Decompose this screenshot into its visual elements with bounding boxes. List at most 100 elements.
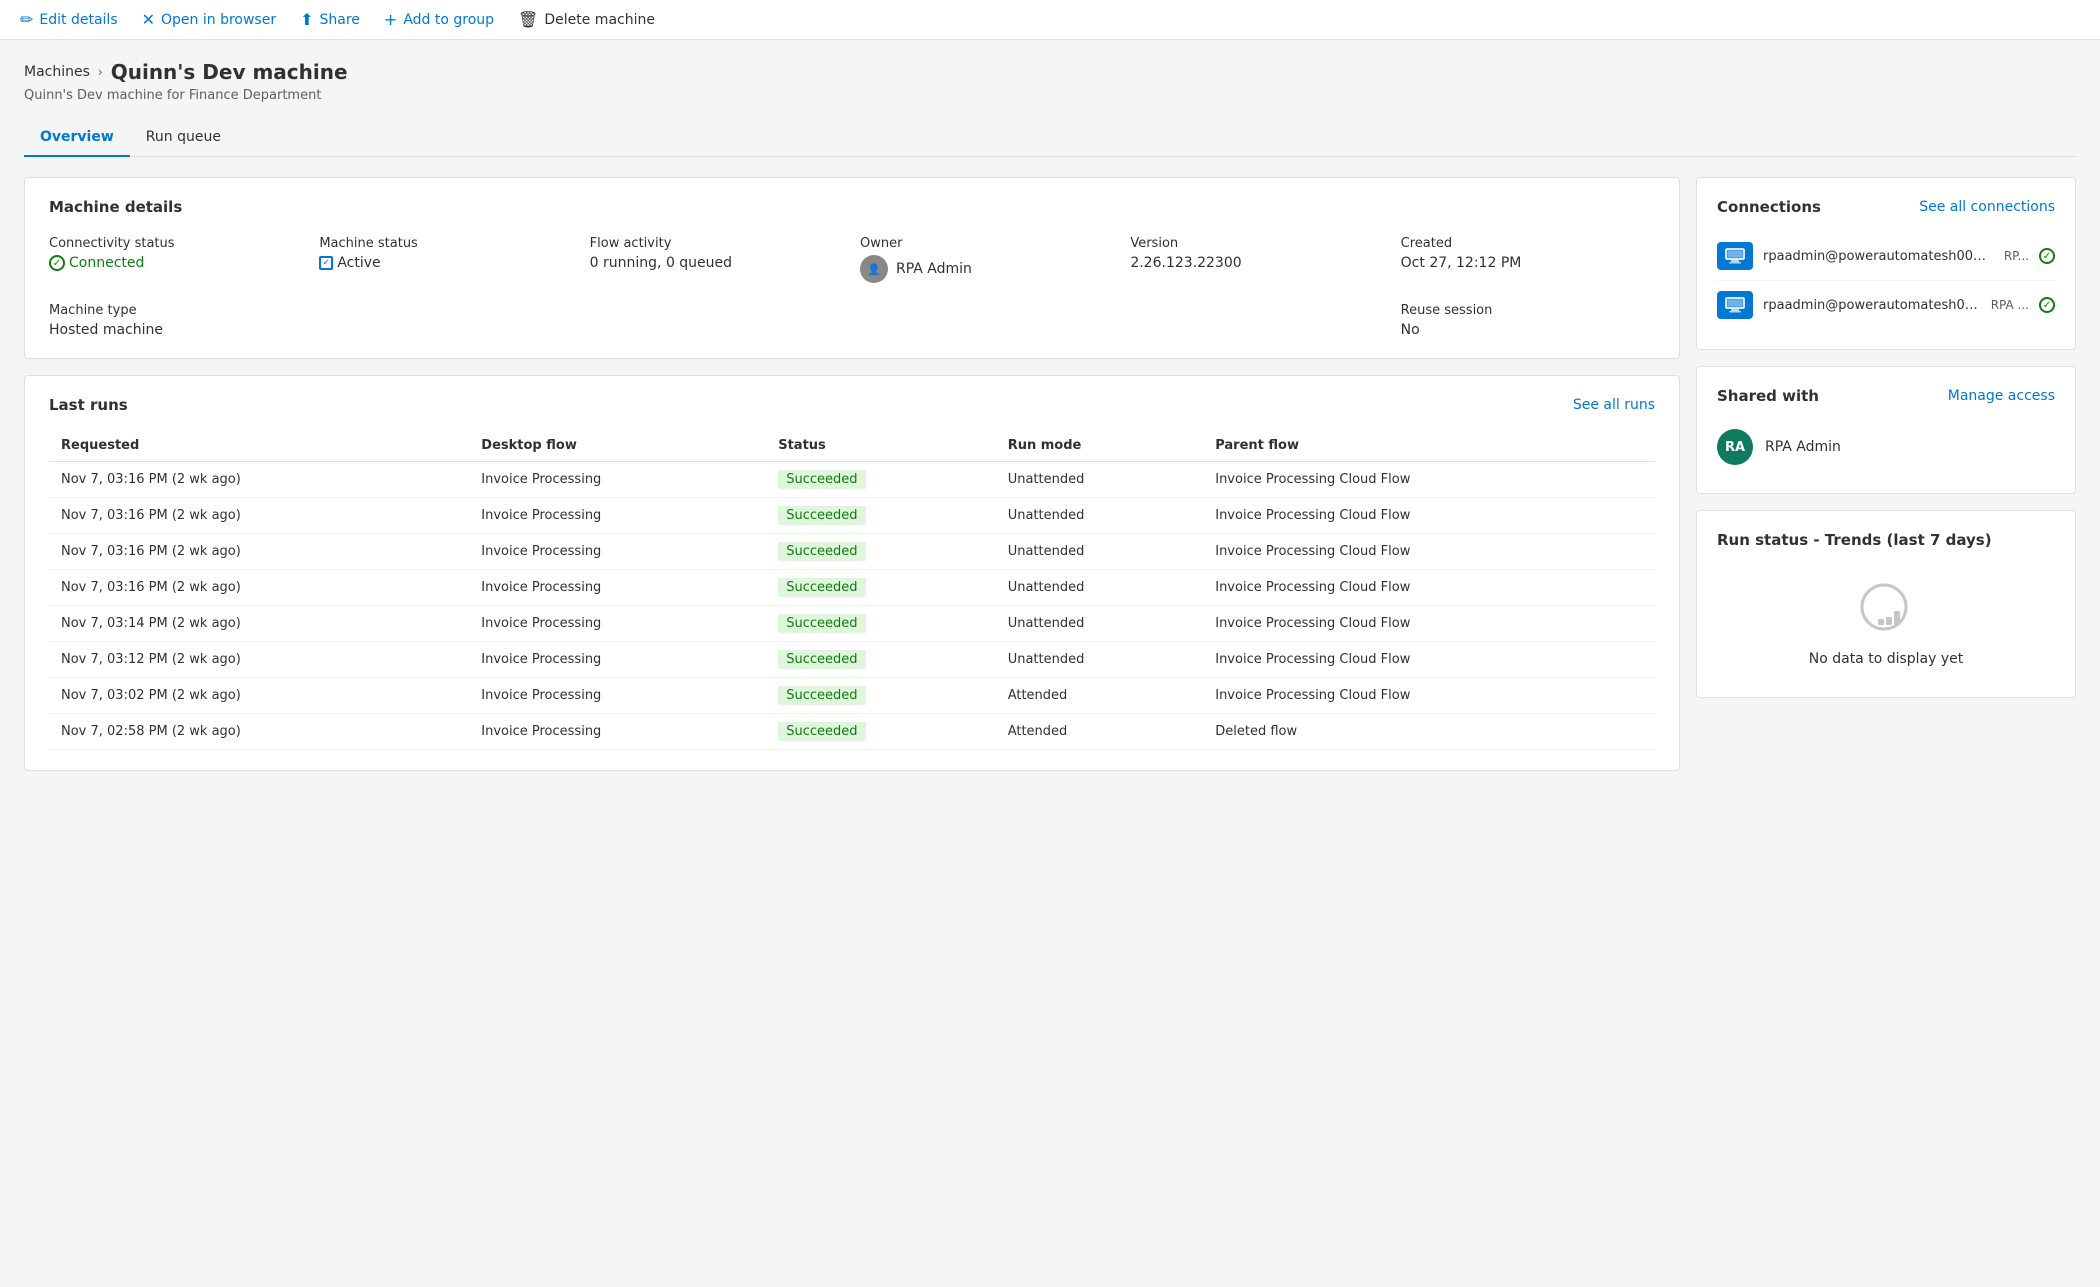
flow-activity-label: Flow activity <box>590 236 844 251</box>
table-row[interactable]: Nov 7, 03:16 PM (2 wk ago)Invoice Proces… <box>49 570 1655 606</box>
shared-with-title: Shared with <box>1717 387 1819 405</box>
connection-status-icon: ✓ <box>2039 297 2055 313</box>
connection-icon <box>1717 291 1753 319</box>
open-browser-button[interactable]: ✕ Open in browser <box>142 10 276 29</box>
add-icon: + <box>384 10 397 29</box>
connection-badge: RPA ... <box>1991 298 2029 312</box>
connectivity-value: ✓ Connected <box>49 255 303 271</box>
connections-list: rpaadmin@powerautomatesh001.onmicros... … <box>1717 232 2055 329</box>
tab-run-queue[interactable]: Run queue <box>130 119 237 157</box>
cell-requested: Nov 7, 03:16 PM (2 wk ago) <box>49 462 469 498</box>
tabs: Overview Run queue <box>24 119 2076 157</box>
breadcrumb-separator: › <box>98 65 103 79</box>
open-browser-label: Open in browser <box>161 12 276 28</box>
last-runs-title: Last runs <box>49 396 128 414</box>
cell-requested: Nov 7, 03:16 PM (2 wk ago) <box>49 570 469 606</box>
tab-overview[interactable]: Overview <box>24 119 130 157</box>
cell-parent-flow: Invoice Processing Cloud Flow <box>1203 642 1655 678</box>
cell-flow: Invoice Processing <box>469 678 766 714</box>
table-row[interactable]: Nov 7, 03:16 PM (2 wk ago)Invoice Proces… <box>49 534 1655 570</box>
table-row[interactable]: Nov 7, 03:16 PM (2 wk ago)Invoice Proces… <box>49 462 1655 498</box>
machine-status-value: ✓ Active <box>319 255 573 271</box>
cell-flow: Invoice Processing <box>469 534 766 570</box>
col-parent-flow: Parent flow <box>1203 430 1655 462</box>
see-all-runs-link[interactable]: See all runs <box>1573 397 1655 413</box>
cell-run-mode: Attended <box>996 714 1204 750</box>
cell-requested: Nov 7, 03:14 PM (2 wk ago) <box>49 606 469 642</box>
owner-avatar: 👤 <box>860 255 888 283</box>
cell-requested: Nov 7, 03:16 PM (2 wk ago) <box>49 498 469 534</box>
shared-with-card: Shared with Manage access RA RPA Admin <box>1696 366 2076 494</box>
version-item: Version 2.26.123.22300 <box>1130 236 1384 283</box>
cell-run-mode: Unattended <box>996 606 1204 642</box>
delete-machine-button[interactable]: 🗑 Delete machine <box>518 10 655 29</box>
owner-row: 👤 RPA Admin <box>860 255 1114 283</box>
edit-details-label: Edit details <box>39 12 117 28</box>
edit-details-button[interactable]: ✏ Edit details <box>20 10 118 29</box>
cell-status: Succeeded <box>766 570 995 606</box>
flow-activity-value: 0 running, 0 queued <box>590 255 844 271</box>
main-content: Machines › Quinn's Dev machine Quinn's D… <box>0 40 2100 1279</box>
breadcrumb: Machines › Quinn's Dev machine <box>24 60 2076 84</box>
cell-status: Succeeded <box>766 642 995 678</box>
connection-icon <box>1717 242 1753 270</box>
shared-user-item: RA RPA Admin <box>1717 421 2055 473</box>
active-icon: ✓ <box>319 256 333 270</box>
machine-type-item: Machine type Hosted machine <box>49 303 303 338</box>
version-value: 2.26.123.22300 <box>1130 255 1384 271</box>
cell-status: Succeeded <box>766 534 995 570</box>
reuse-session-value: No <box>1401 322 1655 338</box>
right-column: Connections See all connections rpaadmin… <box>1696 177 2076 714</box>
cell-requested: Nov 7, 02:58 PM (2 wk ago) <box>49 714 469 750</box>
runs-header: Last runs See all runs <box>49 396 1655 414</box>
col-requested: Requested <box>49 430 469 462</box>
machine-details-title: Machine details <box>49 198 1655 216</box>
version-label: Version <box>1130 236 1384 251</box>
cell-flow: Invoice Processing <box>469 642 766 678</box>
connection-item[interactable]: rpaadmin@powerautomatesh001.onmicros... … <box>1717 232 2055 281</box>
table-row[interactable]: Nov 7, 03:02 PM (2 wk ago)Invoice Proces… <box>49 678 1655 714</box>
table-row[interactable]: Nov 7, 03:16 PM (2 wk ago)Invoice Proces… <box>49 498 1655 534</box>
shared-users-list: RA RPA Admin <box>1717 421 2055 473</box>
cell-run-mode: Unattended <box>996 498 1204 534</box>
cell-flow: Invoice Processing <box>469 714 766 750</box>
breadcrumb-machines[interactable]: Machines <box>24 64 90 80</box>
cell-run-mode: Attended <box>996 678 1204 714</box>
table-row[interactable]: Nov 7, 03:14 PM (2 wk ago)Invoice Proces… <box>49 606 1655 642</box>
open-browser-icon: ✕ <box>142 10 155 29</box>
cell-flow: Invoice Processing <box>469 570 766 606</box>
run-status-title: Run status - Trends (last 7 days) <box>1717 531 2055 549</box>
created-item: Created Oct 27, 12:12 PM <box>1401 236 1655 283</box>
no-data-icon <box>1856 579 1916 639</box>
edit-icon: ✏ <box>20 10 33 29</box>
machine-details-card: Machine details Connectivity status ✓ Co… <box>24 177 1680 359</box>
cell-run-mode: Unattended <box>996 570 1204 606</box>
left-column: Machine details Connectivity status ✓ Co… <box>24 177 1680 787</box>
connection-item[interactable]: rpaadmin@powerautomatesh001.onmicro... R… <box>1717 281 2055 329</box>
reuse-session-label: Reuse session <box>1401 303 1655 318</box>
owner-label: Owner <box>860 236 1114 251</box>
cell-status: Succeeded <box>766 714 995 750</box>
cell-run-mode: Unattended <box>996 462 1204 498</box>
connectivity-label: Connectivity status <box>49 236 303 251</box>
cell-parent-flow: Deleted flow <box>1203 714 1655 750</box>
page-title: Quinn's Dev machine <box>111 60 348 84</box>
table-row[interactable]: Nov 7, 03:12 PM (2 wk ago)Invoice Proces… <box>49 642 1655 678</box>
share-button[interactable]: ⬆ Share <box>300 10 360 29</box>
no-data-text: No data to display yet <box>1809 651 1964 667</box>
table-header-row: Requested Desktop flow Status Run mode P… <box>49 430 1655 462</box>
see-all-connections-link[interactable]: See all connections <box>1919 199 2055 215</box>
machine-type-label: Machine type <box>49 303 303 318</box>
manage-access-link[interactable]: Manage access <box>1948 388 2055 404</box>
add-to-group-button[interactable]: + Add to group <box>384 10 494 29</box>
table-row[interactable]: Nov 7, 02:58 PM (2 wk ago)Invoice Proces… <box>49 714 1655 750</box>
machine-details-grid: Connectivity status ✓ Connected Machine … <box>49 236 1655 338</box>
cell-status: Succeeded <box>766 606 995 642</box>
reuse-session-item: Reuse session No <box>1401 303 1655 338</box>
cell-parent-flow: Invoice Processing Cloud Flow <box>1203 534 1655 570</box>
cell-flow: Invoice Processing <box>469 606 766 642</box>
col-desktop-flow: Desktop flow <box>469 430 766 462</box>
connection-status-icon: ✓ <box>2039 248 2055 264</box>
owner-item: Owner 👤 RPA Admin <box>860 236 1114 283</box>
created-value: Oct 27, 12:12 PM <box>1401 255 1655 271</box>
